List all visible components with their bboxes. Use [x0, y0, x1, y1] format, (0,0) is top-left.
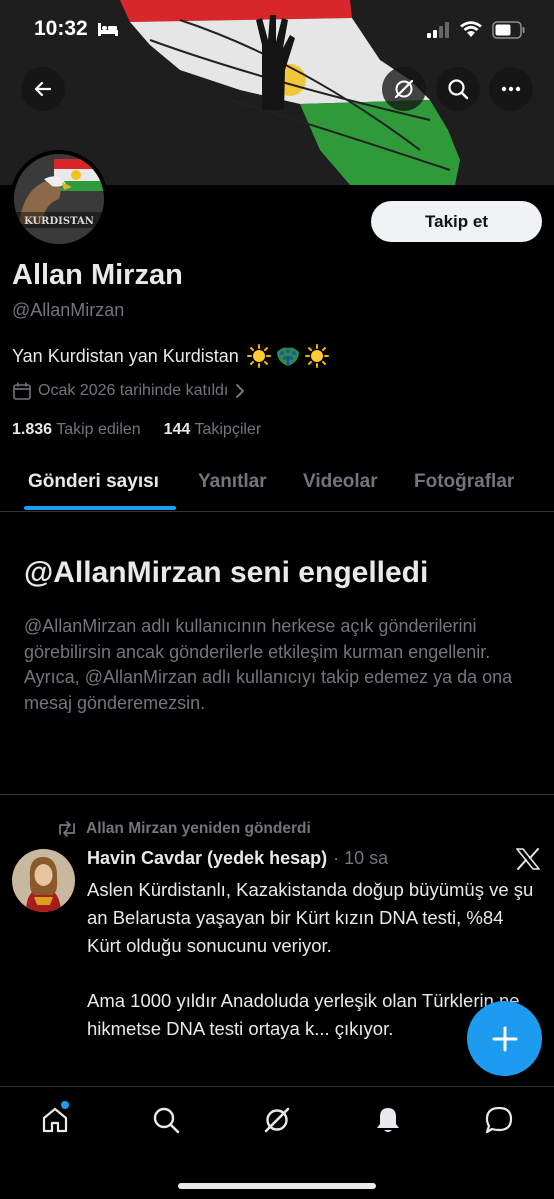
home-icon: [42, 1107, 68, 1133]
search-icon: [448, 79, 469, 100]
divider: [0, 794, 554, 795]
arrow-left-icon: [34, 81, 52, 97]
sun-emoji-icon: [246, 344, 271, 368]
battery-icon: [492, 21, 525, 39]
post-author-avatar[interactable]: [12, 849, 75, 912]
nav-home[interactable]: [40, 1101, 70, 1135]
post-paragraph: Aslen Kürdistanlı, Kazakistanda doğup bü…: [87, 879, 534, 956]
nav-notifications[interactable]: [373, 1105, 403, 1135]
grok-button[interactable]: [382, 67, 426, 111]
home-indicator: [178, 1183, 376, 1189]
peacock-emoji-icon: [276, 347, 299, 366]
sun-emoji-icon: [304, 344, 329, 368]
bottom-navigation: [0, 1086, 554, 1199]
more-button[interactable]: [489, 67, 533, 111]
post-author-photo: [12, 849, 75, 912]
tab-posts[interactable]: Gönderi sayısı: [28, 471, 159, 493]
profile-handle: @AllanMirzan: [12, 300, 125, 320]
followers-link[interactable]: 144 Takipçiler: [164, 421, 262, 438]
status-time: 10:32: [34, 17, 88, 40]
avatar-text: KURDISTAN: [24, 216, 94, 227]
tab-replies[interactable]: Yanıtlar: [198, 471, 267, 493]
chevron-right-icon: [236, 384, 245, 398]
post-body[interactable]: Aslen Kürdistanlı, Kazakistanda doğup bü…: [87, 876, 537, 1086]
bell-icon: [377, 1108, 399, 1132]
following-count: 1.836: [12, 421, 53, 438]
repost-indicator: Allan Mirzan yeniden gönderdi: [56, 820, 311, 838]
post-header: Havin Cavdar (yedek hesap) · 10 sa: [87, 848, 388, 869]
bed-icon: [98, 23, 118, 36]
tab-photos[interactable]: Fotoğraflar: [414, 471, 514, 493]
blocked-title: @AllanMirzan seni engelledi: [24, 556, 429, 589]
compose-post-button[interactable]: [467, 1001, 542, 1076]
avatar-eagle-image: KURDISTAN: [14, 154, 104, 244]
profile-display-name: Allan Mirzan: [12, 259, 183, 291]
bio-text: Yan Kurdistan yan Kurdistan: [12, 345, 239, 366]
repost-label: Allan Mirzan yeniden gönderdi: [86, 820, 311, 837]
x-logo-icon: [516, 848, 540, 870]
follow-button[interactable]: Takip et: [371, 201, 542, 242]
status-bar: 10:32: [0, 0, 554, 60]
calendar-icon: [13, 382, 31, 400]
followers-count: 144: [163, 421, 191, 438]
nav-messages[interactable]: [484, 1105, 514, 1135]
post-author-name[interactable]: Havin Cavdar (yedek hesap): [87, 848, 327, 869]
tab-videos[interactable]: Videolar: [303, 471, 378, 493]
back-button[interactable]: [21, 67, 65, 111]
nav-grok[interactable]: [262, 1105, 292, 1135]
repost-icon: [59, 821, 75, 837]
search-icon: [153, 1107, 180, 1134]
profile-counts: 1.836 Takip edilen 144 Takipçiler: [12, 421, 261, 439]
followers-label: Takipçiler: [194, 421, 262, 438]
notification-dot: [61, 1101, 69, 1109]
active-tab-indicator: [24, 506, 176, 510]
following-label: Takip edilen: [56, 421, 141, 438]
profile-bio: Yan Kurdistan yan Kurdistan: [12, 344, 329, 368]
cellular-signal-icon: [427, 22, 449, 38]
grok-icon: [394, 79, 414, 99]
joined-text: Ocak 2026 tarihinde katıldı: [38, 382, 229, 399]
profile-joined-date[interactable]: Ocak 2026 tarihinde katıldı: [12, 381, 246, 401]
wifi-icon: [460, 21, 482, 37]
profile-tabs: Gönderi sayısı Yanıtlar Videolar Fotoğra…: [0, 456, 554, 512]
post-timestamp: · 10 sa: [333, 848, 389, 868]
following-link[interactable]: 1.836 Takip edilen: [12, 421, 145, 438]
more-horizontal-icon: [501, 86, 521, 92]
profile-avatar[interactable]: KURDISTAN: [10, 150, 108, 248]
nav-search[interactable]: [151, 1105, 181, 1135]
plus-icon: [492, 1026, 517, 1051]
messages-icon: [485, 1106, 513, 1134]
grok-icon: [264, 1107, 290, 1133]
search-button[interactable]: [436, 67, 480, 111]
blocked-description: @AllanMirzan adlı kullanıcının herkese a…: [24, 616, 513, 713]
